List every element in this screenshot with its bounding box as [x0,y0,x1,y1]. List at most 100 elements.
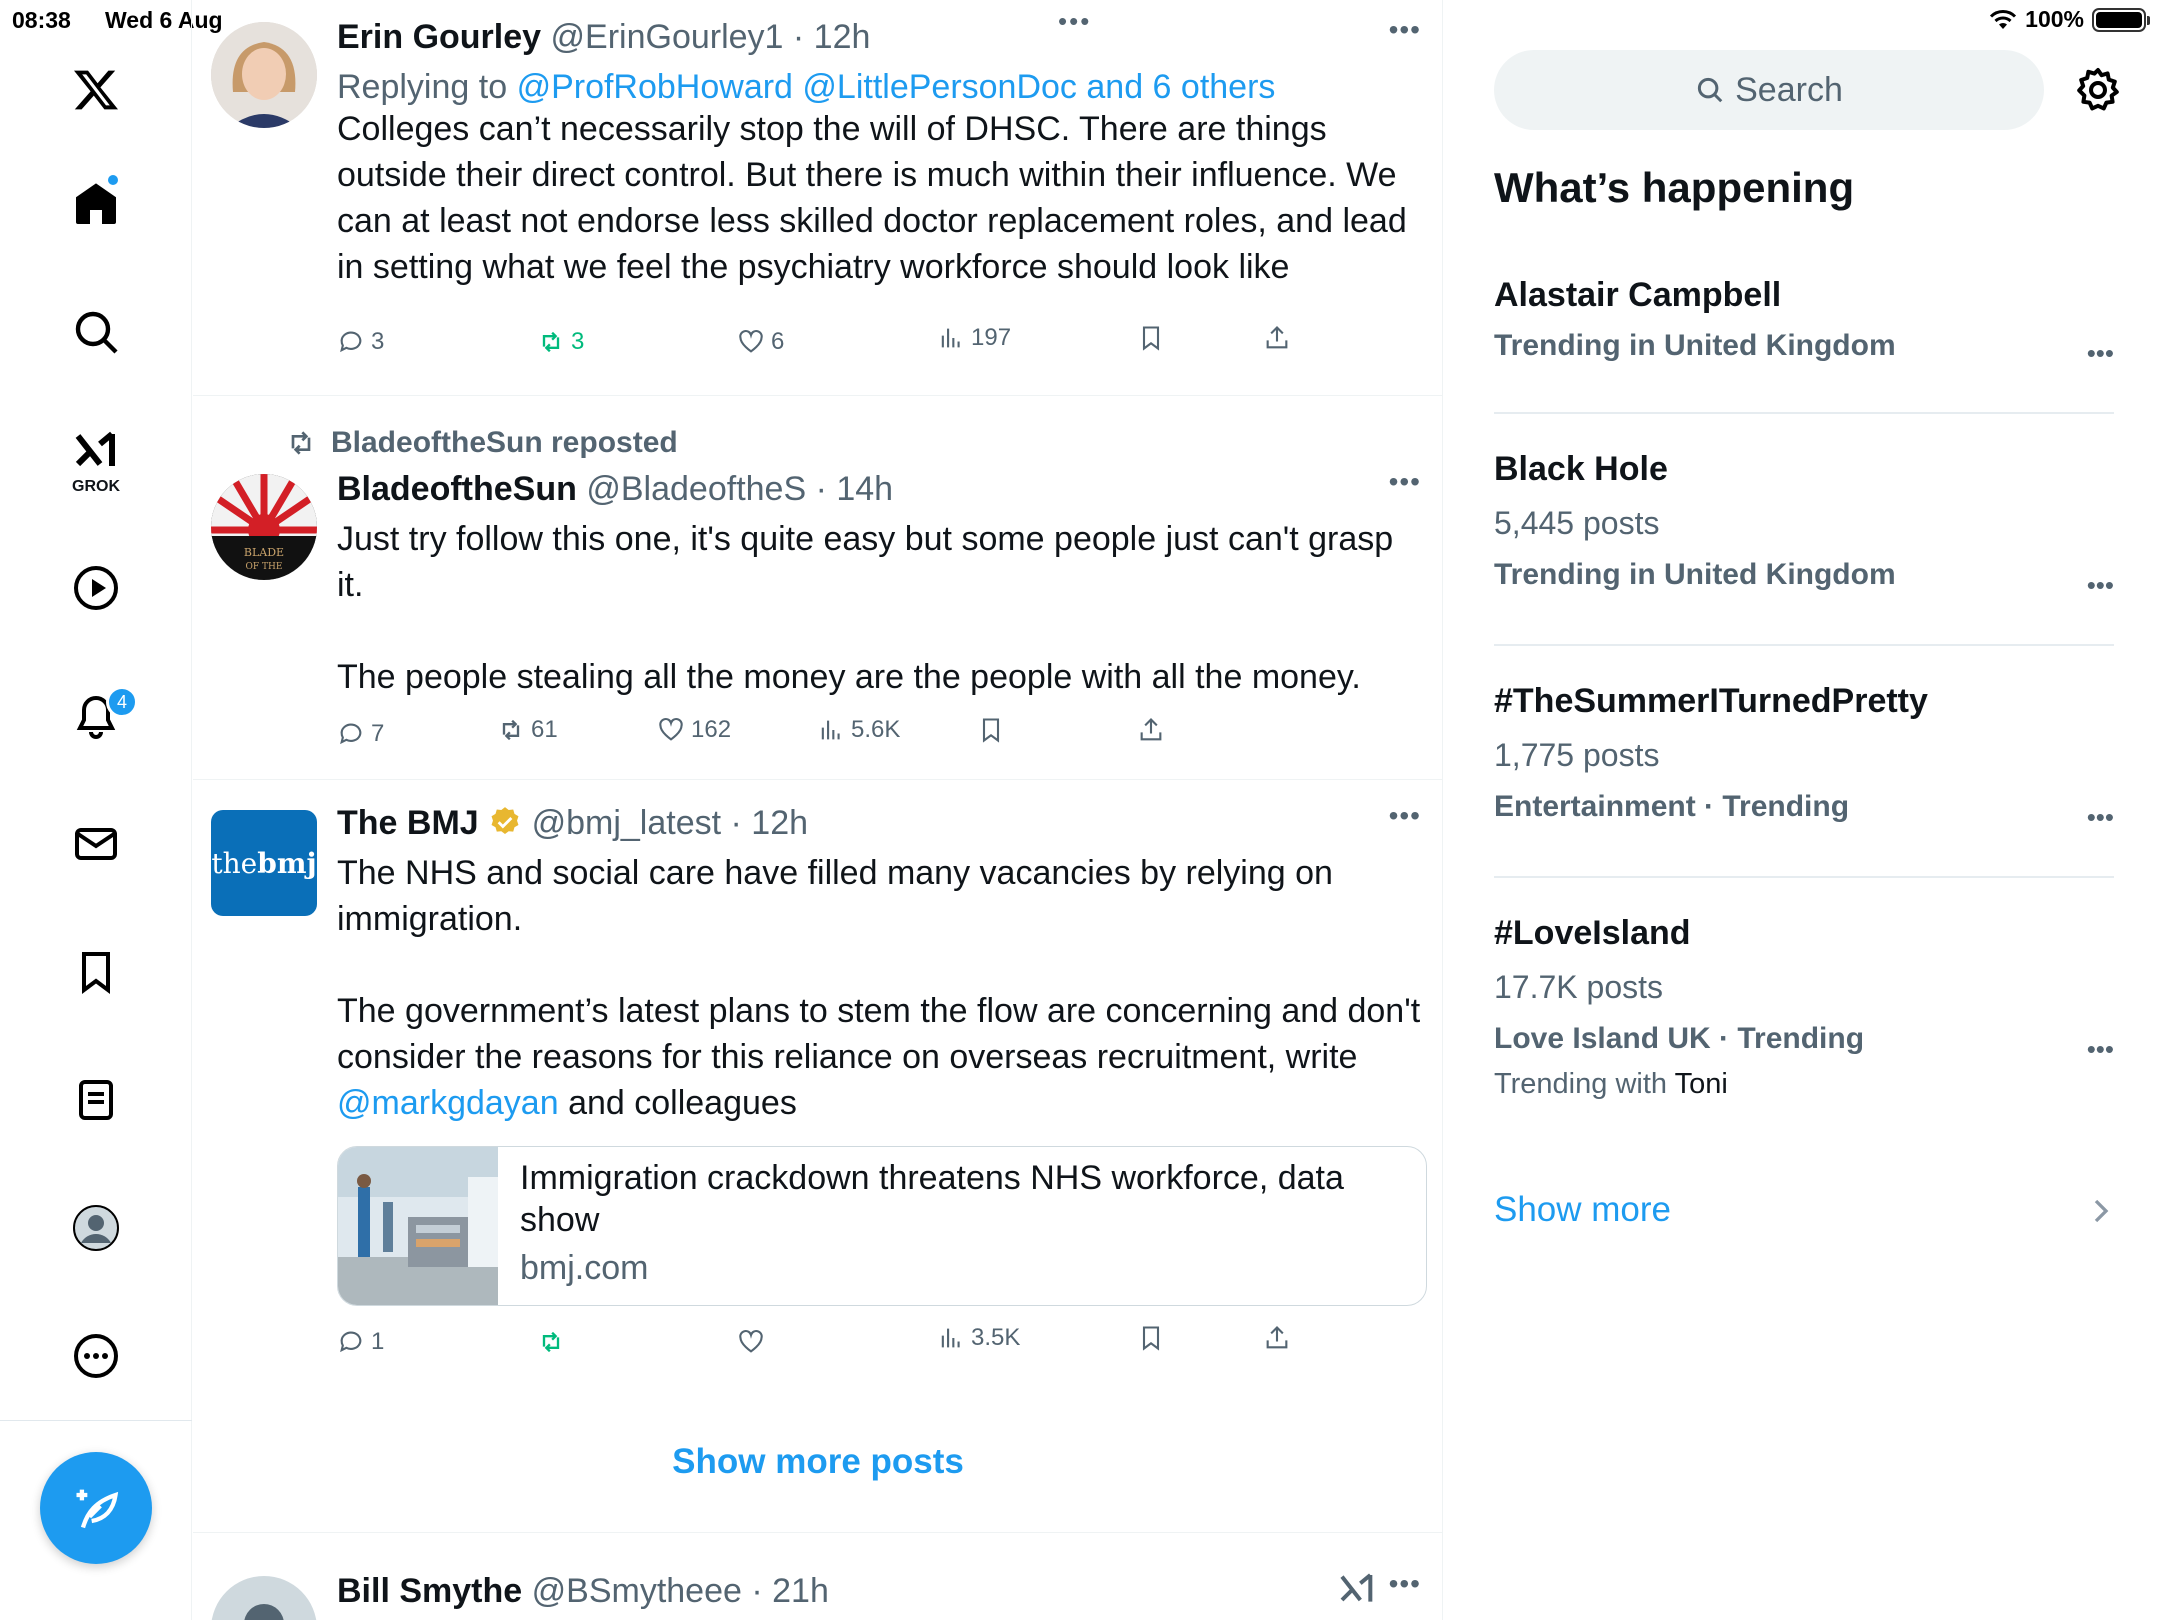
author-handle[interactable]: @BSmytheee [532,1572,742,1610]
card-title: Immigration crackdown threatens NHS work… [520,1159,1344,1239]
replying-to-users[interactable]: @ProfRobHoward @LittlePersonDoc and 6 ot… [517,68,1276,106]
avatar[interactable] [211,22,317,128]
play-icon [74,566,118,610]
avatar[interactable]: the bmj [211,810,317,916]
avatar[interactable]: BLADE OF THE [211,474,317,580]
post-more-icon[interactable]: ••• [1389,800,1421,832]
post-actions: 7 61 162 5.6K [337,716,1337,760]
repost-count: 3 [571,328,585,355]
reply-icon [340,1331,362,1353]
reposted-by[interactable]: BladeoftheSun reposted [331,426,678,460]
trend-item[interactable]: #TheSummerITurnedPretty 1,775 posts Ente… [1494,682,2114,832]
views-button[interactable]: 3.5K [937,1324,1020,1352]
author-name[interactable]: Erin Gourley [337,18,541,56]
trend-more-icon[interactable]: ••• [2087,570,2114,601]
x-logo-icon[interactable] [56,50,136,130]
nav-lists[interactable] [56,1060,136,1140]
share-button[interactable] [1137,716,1165,744]
views-icon [941,328,960,348]
search-placeholder: Search [1735,70,1843,109]
reply-button[interactable]: 7 [337,720,384,748]
trend-item[interactable]: Alastair Campbell Trending in United Kin… [1494,276,2114,368]
views-button[interactable]: 197 [937,324,1011,352]
post-time[interactable]: · 12h [793,18,871,56]
avatar-text-1: the [211,846,258,880]
author-handle[interactable]: @bmj_latest [532,804,721,842]
trend-name: Alastair Campbell [1494,276,1782,314]
avatar-rising-sun: BLADE OF THE [211,474,317,580]
show-more-link[interactable]: Show more [1494,1190,1671,1230]
author-name[interactable]: BladeoftheSun [337,470,577,508]
grok-icon [75,431,115,467]
post-time[interactable]: · 14h [816,470,894,508]
search-icon [1698,77,1723,103]
trending-with-name[interactable]: Toni [1675,1068,1728,1100]
search-input[interactable]: Search [1494,50,2044,130]
trend-separator [1494,644,2114,646]
post-the-bmj[interactable]: the bmj The BMJ @bmj_latest · 12h ••• The… [193,780,1442,1380]
gear-icon[interactable] [2074,66,2122,114]
share-button[interactable] [1263,1324,1291,1352]
repost-icon [542,331,560,353]
bookmark-icon [1142,1326,1160,1351]
show-more-posts-button[interactable]: Show more posts [193,1442,1442,1482]
chevron-right-icon[interactable] [2090,1196,2112,1226]
link-card[interactable]: Immigration crackdown threatens NHS work… [337,1146,1427,1306]
trend-item[interactable]: Black Hole 5,445 posts Trending in Unite… [1494,450,2114,600]
post-actions: 1 3.5K [337,1324,1337,1368]
repost-icon [502,719,520,741]
bookmark-button[interactable] [1137,324,1165,352]
repost-button[interactable]: 61 [497,716,558,744]
post-more-icon[interactable]: ••• [1389,1568,1421,1600]
nav-messages[interactable] [56,804,136,884]
trend-more-icon[interactable]: ••• [2087,802,2114,833]
trend-context: Love Island UK · Trending [1494,1022,1865,1055]
post-actions: 3 3 6 197 [337,324,1337,368]
like-button[interactable] [737,1328,765,1356]
trend-more-icon[interactable]: ••• [2087,338,2114,369]
nav-video[interactable] [56,548,136,628]
share-button[interactable] [1263,324,1291,352]
nav-more[interactable] [56,1316,136,1396]
reply-button[interactable]: 1 [337,1328,384,1356]
nav-bookmarks[interactable] [56,932,136,1012]
views-icon [821,720,840,740]
nav-profile[interactable] [56,1188,136,1268]
author-name[interactable]: The BMJ [337,804,479,842]
views-icon [941,1328,960,1348]
repost-button[interactable]: 3 [537,328,584,356]
author-handle[interactable]: @ErinGourley1 [551,18,784,56]
author-handle[interactable]: @BladeoftheS [586,470,806,508]
trending-with-prefix: Trending with [1494,1068,1668,1100]
card-thumbnail-image [338,1147,498,1305]
trend-item[interactable]: #LoveIsland 17.7K posts Love Island UK ·… [1494,914,2114,1101]
like-button[interactable]: 162 [657,716,731,744]
reply-button[interactable]: 3 [337,328,384,356]
views-button[interactable]: 5.6K [817,716,900,744]
compose-feather-icon [76,1489,119,1529]
like-button[interactable]: 6 [737,328,784,356]
post-time[interactable]: · 21h [751,1572,829,1610]
bookmark-button[interactable] [1137,1324,1165,1352]
author-name[interactable]: Bill Smythe [337,1572,522,1610]
nav-home[interactable] [56,164,136,244]
bookmark-button[interactable] [977,716,1005,744]
mention-link[interactable]: @markgdayan [337,1084,559,1122]
nav-search[interactable] [56,292,136,372]
repost-button[interactable] [537,1328,565,1356]
trend-context: Trending in United Kingdom [1494,558,1896,591]
section-title: What’s happening [1494,164,1855,211]
post-bladeofthesun[interactable]: BladeoftheSun reposted BLADE OF THE Blad… [193,396,1442,780]
grok-icon[interactable] [1337,1570,1377,1610]
post-bill-smythe[interactable]: Bill Smythe @BSmytheee · 21h ••• [193,1560,1442,1620]
bookmark-icon [982,718,1000,743]
compose-button[interactable] [40,1452,152,1564]
post-erin-gourley[interactable]: Erin Gourley @ErinGourley1 · 12h ••• Rep… [193,0,1442,396]
post-more-icon[interactable]: ••• [1389,466,1421,498]
post-text-p1: The NHS and social care have filled many… [337,854,1333,938]
post-time[interactable]: · 12h [731,804,809,842]
avatar[interactable] [211,1576,317,1620]
post-more-icon[interactable]: ••• [1389,14,1421,46]
trend-more-icon[interactable]: ••• [2087,1034,2114,1065]
post-text: Just try follow this one, it's quite eas… [337,516,1427,700]
